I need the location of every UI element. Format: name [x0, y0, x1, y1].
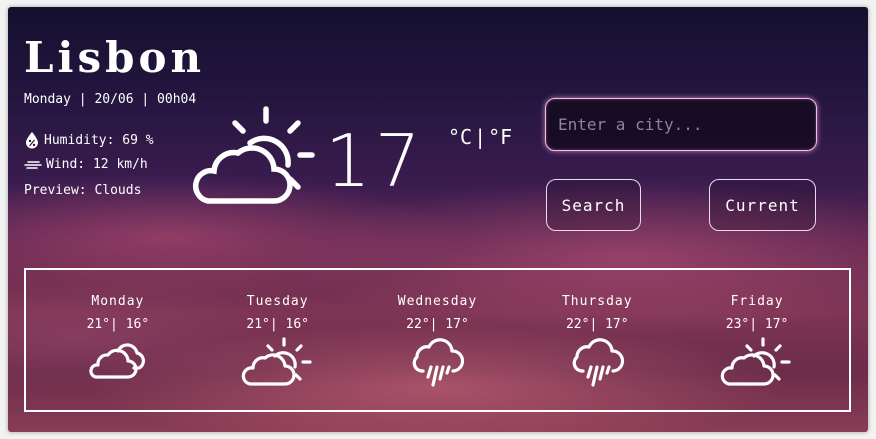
humidity-text: Humidity: 69 % [44, 132, 154, 148]
forecast-day: Friday 23°| 17° [687, 270, 827, 393]
rain-cloud-icon [407, 337, 467, 397]
unit-separator: | [474, 125, 487, 149]
preview-text: Preview: Clouds [24, 183, 142, 198]
unit-toggle: °C | °F [448, 125, 512, 149]
humidity-row: Humidity: 69 % [24, 131, 154, 149]
current-location-button[interactable]: Current [709, 179, 816, 231]
sun-behind-cloud-icon [188, 105, 318, 219]
wind-icon [24, 159, 42, 171]
forecast-day-name: Monday [91, 294, 145, 309]
wind-text: Wind: 12 km/h [46, 157, 148, 172]
current-temperature: 17 [325, 119, 425, 203]
city-search-input[interactable] [545, 98, 817, 151]
forecast-day-temps: 21°| 16° [86, 317, 150, 332]
rain-cloud-icon [567, 337, 627, 397]
forecast-panel: Monday 21°| 16° Tuesday 21°| 16° Wednesday 22… [24, 268, 851, 412]
humidity-icon [24, 131, 40, 149]
fahrenheit-button[interactable]: °F [488, 125, 512, 149]
sun-behind-cloud-icon [240, 337, 316, 393]
forecast-day-temps: 22°| 17° [565, 317, 629, 332]
date-time: Monday | 20/06 | 00h04 [24, 92, 197, 107]
forecast-day: Thursday 22°| 17° [527, 270, 667, 397]
celsius-button[interactable]: °C [448, 125, 472, 149]
clouds-icon [88, 337, 148, 387]
city-name: Lisbon [24, 33, 206, 82]
forecast-day-name: Tuesday [246, 294, 309, 309]
forecast-day-name: Thursday [561, 294, 633, 309]
forecast-day: Tuesday 21°| 16° [208, 270, 348, 393]
forecast-day-temps: 21°| 16° [246, 317, 309, 332]
forecast-day-temps: 22°| 17° [406, 317, 469, 332]
weather-card: Lisbon Monday | 20/06 | 00h04 Humidity: … [8, 7, 868, 432]
search-button[interactable]: Search [546, 179, 641, 231]
forecast-day: Wednesday 22°| 17° [367, 270, 507, 397]
forecast-day: Monday 21°| 16° [48, 270, 188, 387]
sun-behind-cloud-icon [719, 337, 795, 393]
forecast-day-name: Wednesday [397, 294, 478, 309]
preview-row: Preview: Clouds [24, 183, 141, 198]
forecast-day-name: Friday [730, 294, 784, 309]
wind-row: Wind: 12 km/h [24, 157, 148, 172]
forecast-day-temps: 23°| 17° [725, 317, 789, 332]
